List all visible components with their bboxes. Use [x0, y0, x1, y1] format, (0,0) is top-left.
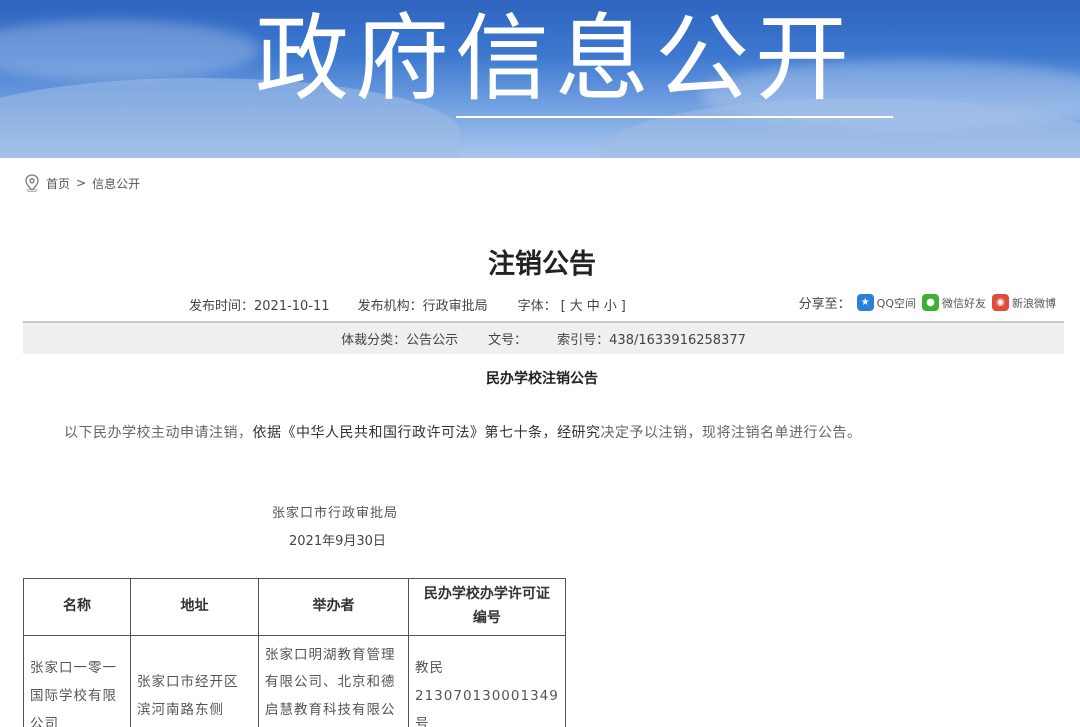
- table-header-row: 名称 地址 举办者 民办学校办学许可证编号: [23, 578, 566, 636]
- main-content: 首页 > 信息公开 注销公告 发布时间：2021-10-11 发布机构：行政审批…: [4, 158, 1080, 727]
- publish-org-label: 发布机构：: [357, 299, 423, 314]
- table-cell-organizer: 张家口明湖教育管理有限公司、北京和德启慧教育科技有限公司: [258, 634, 409, 727]
- font-bracket-close: ]: [620, 299, 626, 314]
- table-header-license: 民办学校办学许可证编号: [408, 578, 566, 636]
- share-wechat-label: 微信好友: [942, 296, 986, 310]
- breadcrumb-current-link[interactable]: 信息公开: [92, 175, 140, 192]
- share-bar: 分享至： ★ QQ空间 ● 微信好友 ◉ 新浪微博: [799, 293, 1056, 312]
- share-weibo-button[interactable]: ◉ 新浪微博: [992, 294, 1056, 311]
- font-size-selector: 字体：[ 大中小]: [516, 295, 628, 314]
- article-meta: 发布时间：2021-10-11 发布机构：行政审批局 字体：[ 大中小]: [189, 295, 628, 314]
- school-list-table: 名称 地址 举办者 民办学校办学许可证编号 张家口一零一国际学校有限公司 张家口…: [23, 578, 566, 727]
- document-info-bar: 体裁分类：公告公示 文号： 索引号：438/1633916258377: [23, 321, 1064, 354]
- publish-time-label: 发布时间：: [189, 299, 255, 314]
- share-wechat-button[interactable]: ● 微信好友: [922, 294, 986, 311]
- page-title: 注销公告: [488, 249, 596, 280]
- share-qzone-button[interactable]: ★ QQ空间: [856, 294, 916, 311]
- table-header-organizer: 举办者: [258, 578, 409, 636]
- font-size-label: 字体：: [517, 299, 557, 314]
- paragraph-part-2: 依据《中华人民共和国行政许可法》第七十条，经研究: [252, 425, 601, 441]
- weibo-icon: ◉: [992, 294, 1009, 311]
- publish-org: 发布机构：行政审批局: [358, 295, 488, 314]
- paragraph-part-1: 以下民办学校主动申请注销，: [64, 425, 253, 441]
- publish-time: 发布时间：2021-10-11: [189, 295, 330, 314]
- location-pin-icon: [25, 174, 39, 192]
- banner-title: 政府信息公开: [255, 5, 856, 114]
- breadcrumb-separator: >: [76, 176, 87, 190]
- table-header-address: 地址: [130, 578, 259, 636]
- share-qzone-label: QQ空间: [876, 296, 916, 310]
- qzone-star-icon: ★: [856, 294, 874, 311]
- table-cell-address: 张家口市经开区滨河南路东侧: [130, 634, 259, 727]
- article-paragraph: 以下民办学校主动申请注销，依据《中华人民共和国行政许可法》第七十条，经研究决定予…: [64, 422, 862, 442]
- signer-name: 张家口市行政审批局: [272, 506, 399, 521]
- share-label: 分享至：: [798, 297, 851, 312]
- share-weibo-label: 新浪微博: [1012, 296, 1056, 310]
- index-number-text: 索引号：438/1633916258377: [557, 333, 746, 348]
- breadcrumb-home-link[interactable]: 首页: [46, 175, 70, 192]
- table-cell-license: 教民213070130001349号: [408, 634, 566, 727]
- table-header-name: 名称: [23, 578, 131, 636]
- article-subtitle: 民办学校注销公告: [486, 371, 598, 387]
- font-bracket-open: [: [560, 299, 566, 314]
- category-text: 体裁分类：公告公示: [341, 333, 459, 348]
- breadcrumb: 首页 > 信息公开: [24, 174, 140, 192]
- banner-cloud: [0, 20, 260, 80]
- banner-underline: [456, 116, 893, 118]
- table-row: 张家口一零一国际学校有限公司 张家口市经开区滨河南路东侧 张家口明湖教育管理有限…: [23, 634, 566, 727]
- doc-number-text: 文号：: [488, 333, 528, 348]
- publish-time-value: 2021-10-11: [254, 299, 330, 314]
- font-small-button[interactable]: 小: [604, 299, 617, 314]
- table-cell-name: 张家口一零一国际学校有限公司: [23, 634, 131, 727]
- header-banner: 政府信息公开: [0, 0, 1080, 158]
- font-large-button[interactable]: 大: [570, 299, 583, 314]
- publish-org-value: 行政审批局: [422, 299, 488, 314]
- sign-date: 2021年9月30日: [289, 534, 386, 549]
- font-medium-button[interactable]: 中: [587, 299, 600, 314]
- paragraph-part-3: 决定予以注销，现将注销名单进行公告。: [600, 425, 862, 441]
- wechat-icon: ●: [922, 294, 939, 311]
